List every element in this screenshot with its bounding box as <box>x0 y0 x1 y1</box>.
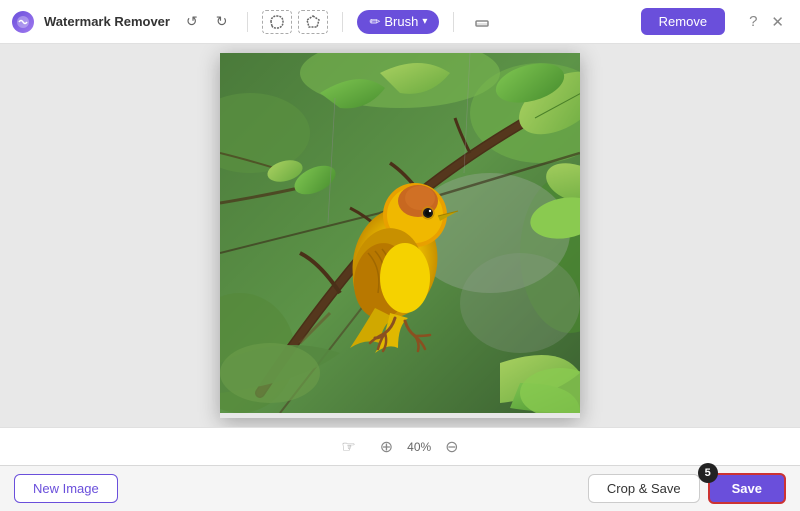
eraser-tool-button[interactable] <box>468 10 496 34</box>
footer-bar: New Image Crop & Save 5 Save <box>0 465 800 511</box>
selection-tools <box>262 10 328 34</box>
zoom-level-text: 40% <box>401 440 437 454</box>
main-image <box>220 53 580 413</box>
undo-button[interactable]: ↺ <box>180 9 204 34</box>
app-logo <box>12 11 34 33</box>
polygon-tool-button[interactable] <box>298 10 328 34</box>
remove-button[interactable]: Remove <box>641 8 725 35</box>
badge: 5 <box>698 463 718 483</box>
zoom-in-icon[interactable]: ⊕ <box>380 437 393 457</box>
zoom-bar: ☞ ⊕ 40% ⊖ <box>0 427 800 465</box>
brush-dropdown-icon: ▾ <box>422 16 427 27</box>
hand-tool-icon[interactable]: ☞ <box>341 437 355 457</box>
app-title-text: Watermark Remover <box>44 14 170 29</box>
history-controls: ↺ ↻ <box>180 9 233 34</box>
brush-label: Brush <box>384 14 418 29</box>
help-button[interactable]: ? <box>745 11 761 32</box>
zoom-out-icon[interactable]: ⊖ <box>445 437 458 457</box>
save-button-wrapper: 5 Save <box>708 473 786 504</box>
new-image-button[interactable]: New Image <box>14 474 118 503</box>
lasso-tool-button[interactable] <box>262 10 292 34</box>
canvas-area <box>0 44 800 427</box>
title-bar: Watermark Remover ↺ ↻ ✏ Brush ▾ Re <box>0 0 800 44</box>
close-button[interactable]: ✕ <box>767 11 788 33</box>
brush-icon: ✏ <box>369 14 380 30</box>
divider-1 <box>247 12 248 32</box>
crop-save-button[interactable]: Crop & Save <box>588 474 700 503</box>
footer-right-group: Crop & Save 5 Save <box>588 473 786 504</box>
brush-tool-button[interactable]: ✏ Brush ▾ <box>357 10 439 34</box>
save-button[interactable]: Save <box>708 473 786 504</box>
redo-button[interactable]: ↻ <box>210 9 234 34</box>
window-controls: ? ✕ <box>745 11 788 33</box>
divider-2 <box>342 12 343 32</box>
divider-3 <box>453 12 454 32</box>
image-container <box>220 53 580 418</box>
